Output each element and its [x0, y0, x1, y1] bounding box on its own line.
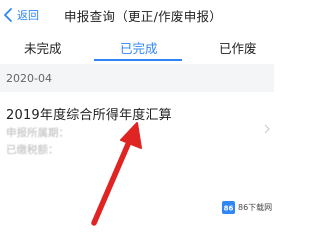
record-tax-paid: 已缴税额：	[6, 144, 59, 156]
chevron-right-icon	[264, 124, 270, 134]
watermark-logo-text: 86	[224, 205, 234, 213]
page-title: 申报查询（更正/作废申报）	[64, 9, 223, 24]
back-label: 返回	[17, 9, 39, 22]
chevron-left-icon	[4, 8, 12, 22]
tab-completed[interactable]: 已完成	[120, 38, 158, 57]
watermark: 86 86下载网	[222, 201, 272, 214]
record-period: 申报所属期：	[6, 127, 69, 139]
watermark-logo-mark: 86	[224, 205, 234, 213]
tab-bar: 未完成 已完成 已作废	[0, 34, 274, 64]
top-bar: 返回 申报查询（更正/作废申报）	[0, 0, 274, 32]
section-header: 2020-04	[0, 64, 274, 92]
watermark-text: 86下载网	[238, 203, 273, 212]
section-date: 2020-04	[6, 72, 52, 85]
tab-voided[interactable]: 已作废	[219, 38, 257, 57]
declaration-record[interactable]: 2019年度综合所得年度汇算 申报所属期： 已缴税额：	[0, 92, 274, 162]
tab-incomplete[interactable]: 未完成	[24, 38, 62, 57]
screen: 返回 申报查询（更正/作废申报） 未完成 已完成 已作废 2020-04 201…	[0, 0, 274, 230]
record-title: 2019年度综合所得年度汇算	[6, 108, 172, 123]
back-button[interactable]: 返回	[2, 6, 39, 24]
watermark-logo: 86	[222, 201, 235, 214]
active-tab-indicator	[94, 59, 182, 61]
